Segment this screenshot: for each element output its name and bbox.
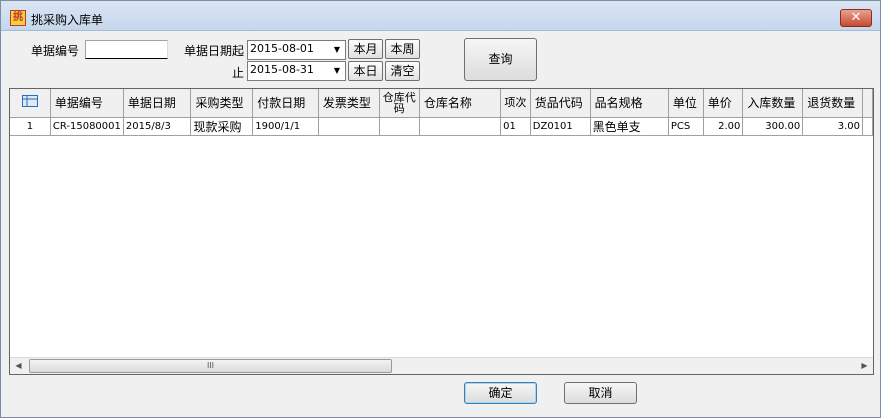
- window-title: 挑采购入库单: [31, 13, 104, 27]
- today-button[interactable]: 本日: [348, 61, 383, 81]
- date-to-label: 止: [232, 66, 245, 80]
- date-from-picker[interactable]: 2015-08-01 ▼: [247, 40, 346, 60]
- col-header-payment-date[interactable]: 付款日期: [252, 89, 319, 118]
- cell-item-code[interactable]: DZ0101: [530, 117, 591, 136]
- col-header-in-qty[interactable]: 入库数量: [742, 89, 804, 118]
- col-header-unit-price[interactable]: 单价: [703, 89, 744, 118]
- grid-table: 单据编号 单据日期 采购类型 付款日期 发票类型 仓库代码 仓库名称 项次 货品…: [10, 89, 873, 136]
- query-button[interactable]: 查询: [464, 38, 537, 81]
- row-number: 1: [10, 117, 51, 136]
- col-header-line-no[interactable]: 项次: [500, 89, 531, 118]
- data-grid[interactable]: 单据编号 单据日期 采购类型 付款日期 发票类型 仓库代码 仓库名称 项次 货品…: [9, 88, 874, 375]
- cell-invoice-type[interactable]: [318, 117, 380, 136]
- date-from-label: 单据日期起: [184, 44, 245, 58]
- cell-unit-price[interactable]: 2.00: [703, 117, 744, 136]
- cell-doc-no[interactable]: CR-15080001: [50, 117, 124, 136]
- cell-in-qty[interactable]: 300.00: [742, 117, 804, 136]
- close-button[interactable]: ✕: [840, 9, 872, 27]
- col-header-doc-date[interactable]: 单据日期: [123, 89, 192, 118]
- table-icon: [21, 95, 38, 108]
- col-header-unit[interactable]: 单位: [668, 89, 704, 118]
- cell-return-qty[interactable]: 3.00: [802, 117, 864, 136]
- col-header-item-code[interactable]: 货品代码: [530, 89, 591, 118]
- this-week-button[interactable]: 本周: [385, 39, 420, 59]
- col-header-overflow: [862, 89, 873, 118]
- horizontal-scrollbar[interactable]: ◀ III ▶: [10, 357, 873, 374]
- col-header-return-qty[interactable]: 退货数量: [802, 89, 864, 118]
- grid-corner[interactable]: [10, 89, 51, 118]
- cell-payment-date[interactable]: 1900/1/1: [252, 117, 319, 136]
- col-header-invoice-type[interactable]: 发票类型: [318, 89, 380, 118]
- cell-doc-date[interactable]: 2015/8/3: [123, 117, 192, 136]
- grid-header-row: 单据编号 单据日期 采购类型 付款日期 发票类型 仓库代码 仓库名称 项次 货品…: [10, 89, 873, 118]
- title-bar: 挑 挑采购入库单 ✕: [1, 1, 880, 31]
- scroll-left-icon[interactable]: ◀: [10, 358, 27, 374]
- clear-button[interactable]: 清空: [385, 61, 420, 81]
- cell-item-spec[interactable]: 黑色单支: [590, 117, 669, 136]
- app-logo-icon: 挑: [10, 10, 26, 26]
- doc-no-input[interactable]: [85, 40, 168, 59]
- cell-line-no[interactable]: 01: [500, 117, 531, 136]
- cell-overflow: [862, 117, 873, 136]
- col-header-warehouse-code[interactable]: 仓库代码: [379, 89, 420, 118]
- date-to-value: 2015-08-31: [250, 63, 314, 76]
- this-month-button[interactable]: 本月: [348, 39, 383, 59]
- cell-warehouse-code[interactable]: [379, 117, 420, 136]
- cancel-button[interactable]: 取消: [564, 382, 637, 404]
- col-header-doc-no[interactable]: 单据编号: [50, 89, 124, 118]
- cell-unit[interactable]: PCS: [668, 117, 704, 136]
- cell-warehouse-name[interactable]: [419, 117, 502, 136]
- table-row[interactable]: 1 CR-15080001 2015/8/3 现款采购 1900/1/1 01 …: [10, 117, 873, 136]
- doc-no-label: 单据编号: [31, 44, 80, 58]
- cell-purchase-type[interactable]: 现款采购: [190, 117, 254, 136]
- dialog-window: 挑 挑采购入库单 ✕ 单据编号 单据日期起 2015-08-01 ▼ 本月 本周…: [0, 0, 881, 418]
- scroll-thumb[interactable]: III: [29, 359, 392, 373]
- chevron-down-icon[interactable]: ▼: [330, 63, 344, 79]
- ok-button[interactable]: 确定: [464, 382, 537, 404]
- col-header-purchase-type[interactable]: 采购类型: [190, 89, 254, 118]
- chevron-down-icon[interactable]: ▼: [330, 42, 344, 58]
- date-to-picker[interactable]: 2015-08-31 ▼: [247, 61, 346, 81]
- col-header-item-spec[interactable]: 品名规格: [590, 89, 669, 118]
- col-header-warehouse-name[interactable]: 仓库名称: [419, 89, 502, 118]
- scroll-right-icon[interactable]: ▶: [856, 358, 873, 374]
- date-from-value: 2015-08-01: [250, 42, 314, 55]
